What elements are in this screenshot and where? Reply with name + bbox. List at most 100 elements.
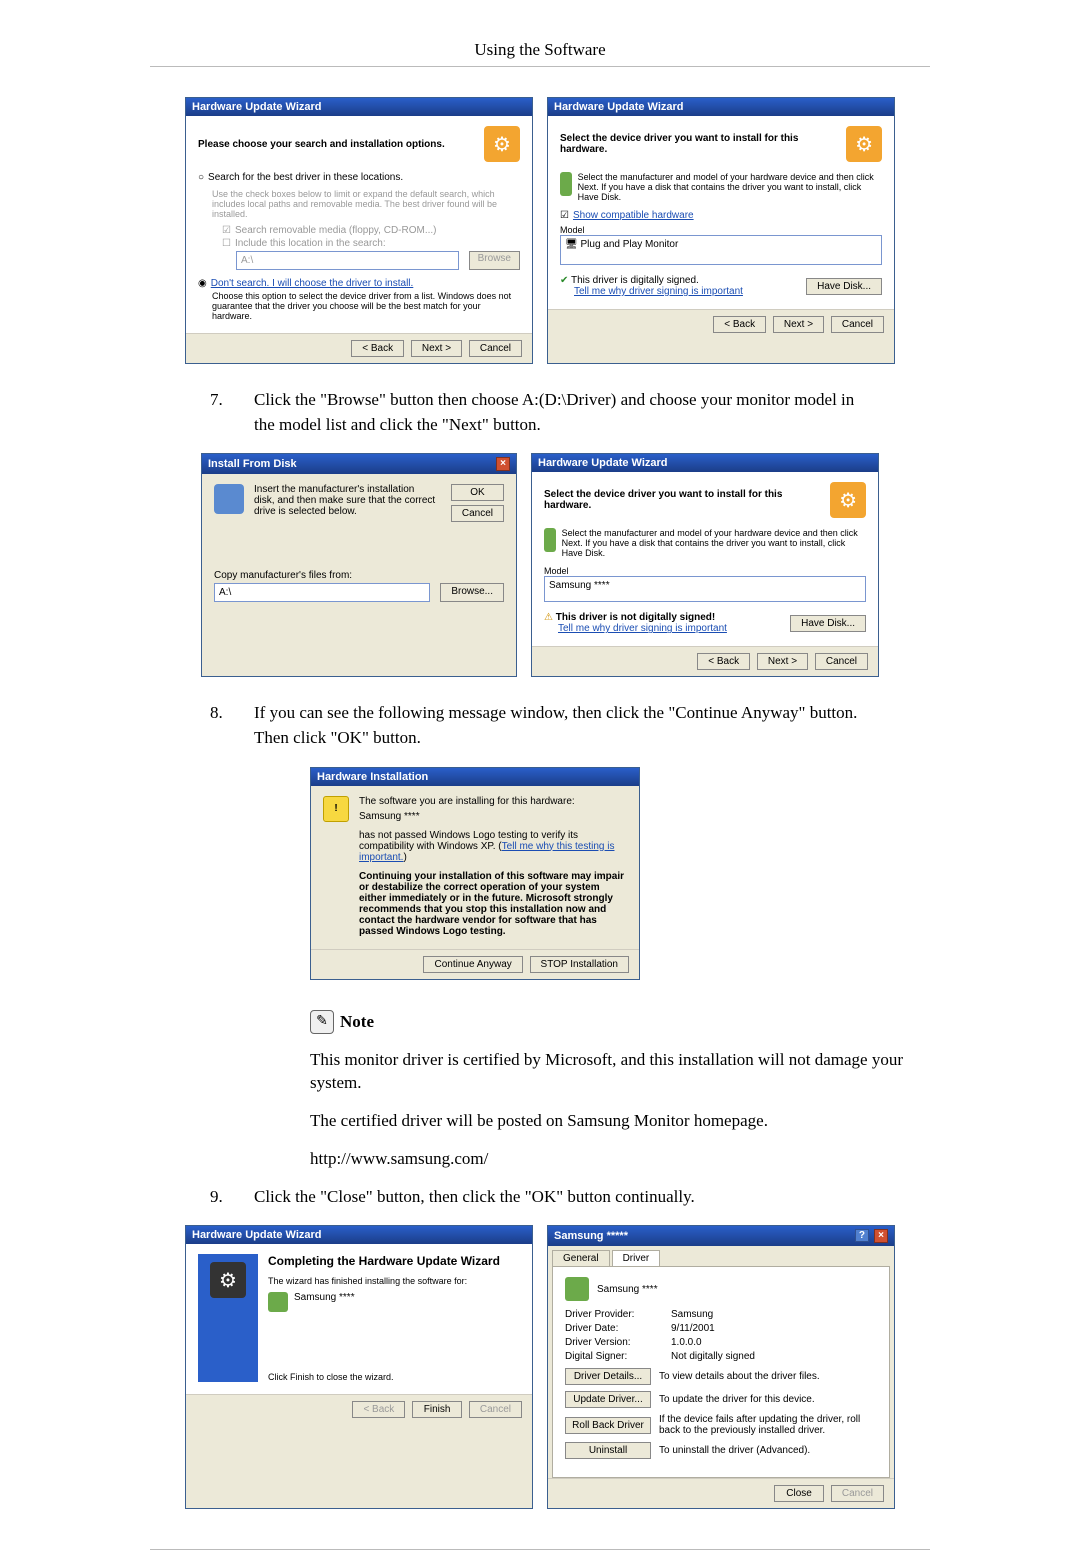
sign-info: ⚠ This driver is not digitally signed! T… bbox=[544, 612, 727, 634]
close-button[interactable]: Close bbox=[774, 1485, 824, 1502]
dialog-wizard-completing: Hardware Update Wizard ⚙ Completing the … bbox=[185, 1225, 533, 1509]
uninstall-button[interactable]: Uninstall bbox=[565, 1442, 651, 1459]
rollback-driver-button[interactable]: Roll Back Driver bbox=[565, 1417, 651, 1434]
back-button[interactable]: < Back bbox=[697, 653, 750, 670]
radio-desc: Choose this option to select the device … bbox=[212, 291, 520, 321]
close-icon[interactable]: × bbox=[496, 457, 510, 471]
document-page: Using the Software Hardware Update Wizar… bbox=[150, 0, 930, 1550]
step-number: 7. bbox=[210, 388, 234, 437]
radio-label: Search for the best driver in these loca… bbox=[208, 172, 403, 183]
model-listbox[interactable]: Samsung **** bbox=[544, 576, 866, 602]
button-row: < Back Next > Cancel bbox=[548, 309, 894, 339]
next-button[interactable]: Next > bbox=[757, 653, 808, 670]
radio-desc: Use the check boxes below to limit or ex… bbox=[212, 189, 520, 219]
button-row: < Back Next > Cancel bbox=[186, 333, 532, 363]
btn-desc: To update the driver for this device. bbox=[659, 1394, 815, 1405]
checkbox-show-compatible[interactable]: ☑Show compatible hardware bbox=[560, 210, 882, 221]
dialog-install-from-disk: Install From Disk × Insert the manufactu… bbox=[201, 453, 517, 677]
btn-desc: To view details about the driver files. bbox=[659, 1371, 820, 1382]
browse-button[interactable]: Browse... bbox=[440, 583, 504, 602]
path-combobox[interactable]: A:\ bbox=[214, 583, 430, 602]
note-paragraph-2: The certified driver will be posted on S… bbox=[310, 1109, 930, 1133]
checkbox-removable-media[interactable]: ☑Search removable media (floppy, CD-ROM.… bbox=[222, 225, 520, 236]
have-disk-button[interactable]: Have Disk... bbox=[790, 615, 866, 632]
dialog-title-text: Hardware Update Wizard bbox=[554, 101, 684, 113]
wizard-icon: ⚙ bbox=[830, 482, 866, 518]
wizard-heading: Please choose your search and installati… bbox=[198, 139, 445, 150]
radio-icon: ◉ bbox=[198, 278, 207, 289]
help-icon[interactable]: ? bbox=[855, 1229, 869, 1242]
radio-option-search[interactable]: ○Search for the best driver in these loc… bbox=[198, 172, 520, 183]
cancel-button[interactable]: Cancel bbox=[469, 1401, 522, 1418]
dialog-wizard-select-driver-1: Hardware Update Wizard Select the device… bbox=[547, 97, 895, 364]
finish-button[interactable]: Finish bbox=[412, 1401, 462, 1418]
stop-installation-button[interactable]: STOP Installation bbox=[530, 956, 629, 973]
dialog-titlebar: Hardware Installation bbox=[311, 768, 639, 786]
screenshot-row-4: Hardware Update Wizard ⚙ Completing the … bbox=[150, 1225, 930, 1509]
cancel-button[interactable]: Cancel bbox=[831, 1485, 884, 1502]
device-name: Samsung **** bbox=[294, 1292, 355, 1312]
next-button[interactable]: Next > bbox=[773, 316, 824, 333]
signed-text: This driver is digitally signed. bbox=[571, 275, 699, 286]
device-name: Samsung **** bbox=[597, 1284, 658, 1295]
dialog-title-text: Hardware Installation bbox=[317, 771, 428, 783]
next-button[interactable]: Next > bbox=[411, 340, 462, 357]
cancel-button[interactable]: Cancel bbox=[831, 316, 884, 333]
titlebar-controls: ? × bbox=[855, 1229, 888, 1243]
path-combobox[interactable]: A:\ bbox=[236, 251, 459, 270]
path-row: A:\ Browse... bbox=[214, 583, 504, 602]
shield-icon: ✔ bbox=[560, 275, 571, 286]
back-button[interactable]: < Back bbox=[352, 1401, 405, 1418]
tab-driver[interactable]: Driver bbox=[612, 1250, 661, 1266]
tab-general[interactable]: General bbox=[552, 1250, 610, 1266]
path-row: A:\ Browse bbox=[236, 251, 520, 270]
dialog-title-text: Hardware Update Wizard bbox=[538, 457, 668, 469]
have-disk-button[interactable]: Have Disk... bbox=[806, 278, 882, 295]
dialog-hardware-installation: Hardware Installation ! The software you… bbox=[310, 767, 640, 980]
model-listbox[interactable]: 🖥 Plug and Play Monitor bbox=[560, 235, 882, 265]
tab-bar: General Driver bbox=[548, 1246, 894, 1266]
dialog-titlebar: Hardware Update Wizard bbox=[548, 98, 894, 116]
monitor-icon bbox=[565, 1277, 589, 1301]
update-driver-button[interactable]: Update Driver... bbox=[565, 1391, 651, 1408]
ok-button[interactable]: OK bbox=[451, 484, 504, 501]
pencil-icon: ✎ bbox=[310, 1010, 334, 1034]
note-heading: ✎ Note bbox=[310, 1010, 930, 1034]
btn-row-update: Update Driver... To update the driver for… bbox=[565, 1391, 877, 1408]
cancel-button[interactable]: Cancel bbox=[815, 653, 868, 670]
sign-row: ✔ This driver is digitally signed. Tell … bbox=[560, 275, 882, 297]
copy-label: Copy manufacturer's files from: bbox=[214, 570, 504, 581]
back-button[interactable]: < Back bbox=[713, 316, 766, 333]
dialog-title-text: Hardware Update Wizard bbox=[192, 1229, 322, 1241]
close-icon[interactable]: × bbox=[874, 1229, 888, 1243]
checkbox-include-location[interactable]: ☐Include this location in the search: bbox=[222, 238, 520, 249]
btn-row-rollback: Roll Back DriverIf the device fails afte… bbox=[565, 1414, 877, 1436]
tell-me-link[interactable]: Tell me why driver signing is important bbox=[574, 286, 743, 297]
tell-me-link[interactable]: Tell me why driver signing is important bbox=[558, 623, 727, 634]
note-paragraph-1: This monitor driver is certified by Micr… bbox=[310, 1048, 930, 1096]
cancel-button[interactable]: Cancel bbox=[469, 340, 522, 357]
radio-option-dont-search[interactable]: ◉Don't search. I will choose the driver … bbox=[198, 278, 520, 289]
wizard-header: Select the device driver you want to ins… bbox=[560, 126, 882, 162]
continue-anyway-button[interactable]: Continue Anyway bbox=[423, 956, 522, 973]
wizard-content: Completing the Hardware Update Wizard Th… bbox=[268, 1254, 520, 1382]
button-row: Continue Anyway STOP Installation bbox=[311, 949, 639, 979]
dialog-body: Insert the manufacturer's installation d… bbox=[202, 474, 516, 614]
content-row: ! The software you are installing for th… bbox=[323, 796, 627, 937]
install-desc: Insert the manufacturer's installation d… bbox=[254, 484, 437, 522]
step-7: 7. Click the "Browse" button then choose… bbox=[210, 388, 870, 437]
cancel-button[interactable]: Cancel bbox=[451, 505, 504, 522]
back-button[interactable]: < Back bbox=[351, 340, 404, 357]
step-8: 8. If you can see the following message … bbox=[210, 701, 870, 750]
dialog-driver-properties: Samsung ***** ? × General Driver Samsung… bbox=[547, 1225, 895, 1509]
content-text: The software you are installing for this… bbox=[359, 796, 627, 937]
driver-details-button[interactable]: Driver Details... bbox=[565, 1368, 651, 1385]
prop-date: Driver Date:9/11/2001 bbox=[565, 1323, 877, 1334]
dialog-wizard-select-driver-2: Hardware Update Wizard Select the device… bbox=[531, 453, 879, 677]
dialog-titlebar: Install From Disk × bbox=[202, 454, 516, 474]
desc-row: Select the manufacturer and model of you… bbox=[560, 172, 882, 202]
note-url: http://www.samsung.com/ bbox=[310, 1147, 930, 1171]
dialog-wizard-search-options: Hardware Update Wizard Please choose you… bbox=[185, 97, 533, 364]
wizard-heading: Select the device driver you want to ins… bbox=[560, 133, 846, 155]
browse-button[interactable]: Browse bbox=[469, 251, 520, 270]
